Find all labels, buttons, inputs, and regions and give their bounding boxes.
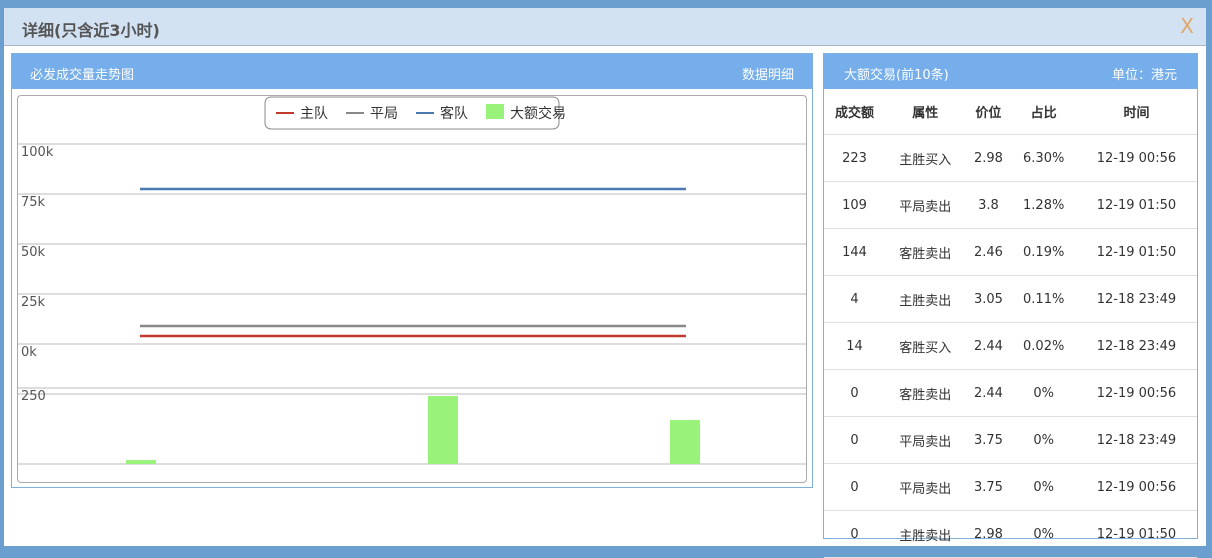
close-icon[interactable]: X: [1180, 14, 1194, 38]
trend-chart: 主队 平局 客队 大额交易 100k 75k 50k 25k 0k 250: [17, 95, 807, 483]
column-header: 属性: [885, 89, 966, 135]
table-cell: 0: [824, 369, 886, 417]
detail-window: 详细(只含近3小时) X 必发成交量走势图 数据明细 主队 平局 客队 大额交易 100…: [4, 8, 1206, 558]
table-row: 0 客胜卖出 2.44 0% 12-19 00:56: [824, 369, 1197, 417]
table-cell: 0%: [1011, 463, 1076, 511]
y-tick-label: 100k: [21, 145, 54, 160]
table-cell: 12-19 01:50: [1075, 510, 1197, 558]
table-cell: 12-18 23:49: [1075, 322, 1197, 370]
table-cell: 2.46: [965, 228, 1012, 276]
table-cell: 0%: [1011, 510, 1076, 558]
table-cell: 0.19%: [1011, 228, 1076, 276]
bar-y-tick-label: 250: [21, 389, 46, 404]
trades-table: 成交额 属性 价位 占比 时间 223 主胜买入 2.98 6.30% 12-19 00:56 10…: [824, 89, 1197, 558]
volume-bar: [126, 460, 156, 464]
table-row: 223 主胜买入 2.98 6.30% 12-19 00:56: [824, 134, 1197, 182]
table-cell: 12-18 23:49: [1075, 275, 1197, 323]
table-cell: 3.05: [965, 275, 1012, 323]
table-cell: 109: [824, 181, 886, 229]
table-cell: 12-19 00:56: [1075, 369, 1197, 417]
table-cell: 12-19 01:50: [1075, 228, 1197, 276]
table-row: 0 平局卖出 3.75 0% 12-19 00:56: [824, 463, 1197, 511]
table-row: 4 主胜卖出 3.05 0.11% 12-18 23:49: [824, 275, 1197, 323]
table-cell: 0: [824, 463, 886, 511]
table-cell: 2.44: [965, 322, 1012, 370]
legend-label: 客队: [440, 105, 468, 122]
column-header: 成交额: [824, 89, 886, 135]
table-cell: 4: [824, 275, 886, 323]
table-cell: 2.44: [965, 369, 1012, 417]
chart-svg: 主队 平局 客队 大额交易 100k 75k 50k 25k 0k 250: [18, 96, 806, 465]
legend-swatch: [486, 104, 504, 119]
table-cell: 3.75: [965, 463, 1012, 511]
table-row: 0 平局卖出 3.75 0% 12-18 23:49: [824, 416, 1197, 464]
table-cell: 6.30%: [1011, 134, 1076, 182]
table-cell: 0.11%: [1011, 275, 1076, 323]
table-cell: 客胜买入: [885, 322, 966, 370]
column-header: 占比: [1011, 89, 1076, 135]
table-cell: 主胜买入: [885, 134, 966, 182]
legend-label: 平局: [370, 106, 398, 122]
table-cell: 12-18 23:49: [1075, 416, 1197, 464]
legend-label: 大额交易: [510, 105, 566, 122]
table-cell: 1.28%: [1011, 181, 1076, 229]
table-cell: 223: [824, 134, 886, 182]
data-detail-link[interactable]: 数据明细: [742, 64, 794, 83]
y-tick-label: 50k: [21, 245, 46, 260]
table-cell: 0: [824, 510, 886, 558]
table-cell: 3.75: [965, 416, 1012, 464]
window-header: 详细(只含近3小时) X: [4, 8, 1206, 46]
volume-bar: [428, 395, 458, 464]
table-row: 109 平局卖出 3.8 1.28% 12-19 01:50: [824, 181, 1197, 229]
column-header: 价位: [965, 89, 1012, 135]
unit-label: 单位：港元: [1111, 68, 1177, 83]
legend-label: 主队: [300, 106, 328, 122]
y-tick-label: 75k: [21, 195, 46, 210]
table-cell: 0%: [1011, 416, 1076, 464]
table-row: 0 主胜卖出 2.98 0% 12-19 01:50: [824, 510, 1197, 558]
column-header: 时间: [1075, 89, 1197, 135]
panel-title: 大额交易(前10条): [844, 68, 949, 83]
table-cell: 平局卖出: [885, 181, 966, 229]
table-cell: 主胜卖出: [885, 510, 966, 558]
table-cell: 0%: [1011, 369, 1076, 417]
table-cell: 平局卖出: [885, 416, 966, 464]
table-cell: 14: [824, 322, 886, 370]
table-cell: 客胜卖出: [885, 369, 966, 417]
window-title: 详细(只含近3小时): [22, 21, 160, 40]
table-cell: 12-19 00:56: [1075, 134, 1197, 182]
table-cell: 2.98: [965, 510, 1012, 558]
table-cell: 12-19 00:56: [1075, 463, 1197, 511]
table-cell: 12-19 01:50: [1075, 181, 1197, 229]
table-cell: 2.98: [965, 134, 1012, 182]
table-cell: 平局卖出: [885, 463, 966, 511]
y-tick-label: 25k: [21, 295, 46, 310]
y-tick-label: 0k: [21, 345, 37, 360]
table-cell: 0.02%: [1011, 322, 1076, 370]
volume-bar: [670, 420, 700, 464]
table-cell: 0: [824, 416, 886, 464]
panel-title: 必发成交量走势图: [30, 68, 135, 83]
table-cell: 144: [824, 228, 886, 276]
table-cell: 客胜卖出: [885, 228, 966, 276]
trend-panel: 必发成交量走势图 数据明细 主队 平局 客队 大额交易 100k 75k 50k 25k 0k 2…: [11, 53, 813, 488]
table-cell: 3.8: [965, 181, 1012, 229]
big-trades-panel: 大额交易(前10条) 单位：港元 成交额 属性 价位 占比 时间 223 主胜买入 2.98 6…: [823, 53, 1198, 558]
table-cell: 主胜卖出: [885, 275, 966, 323]
table-row: 144 客胜卖出 2.46 0.19% 12-19 01:50: [824, 228, 1197, 276]
table-row: 14 客胜买入 2.44 0.02% 12-18 23:49: [824, 322, 1197, 370]
